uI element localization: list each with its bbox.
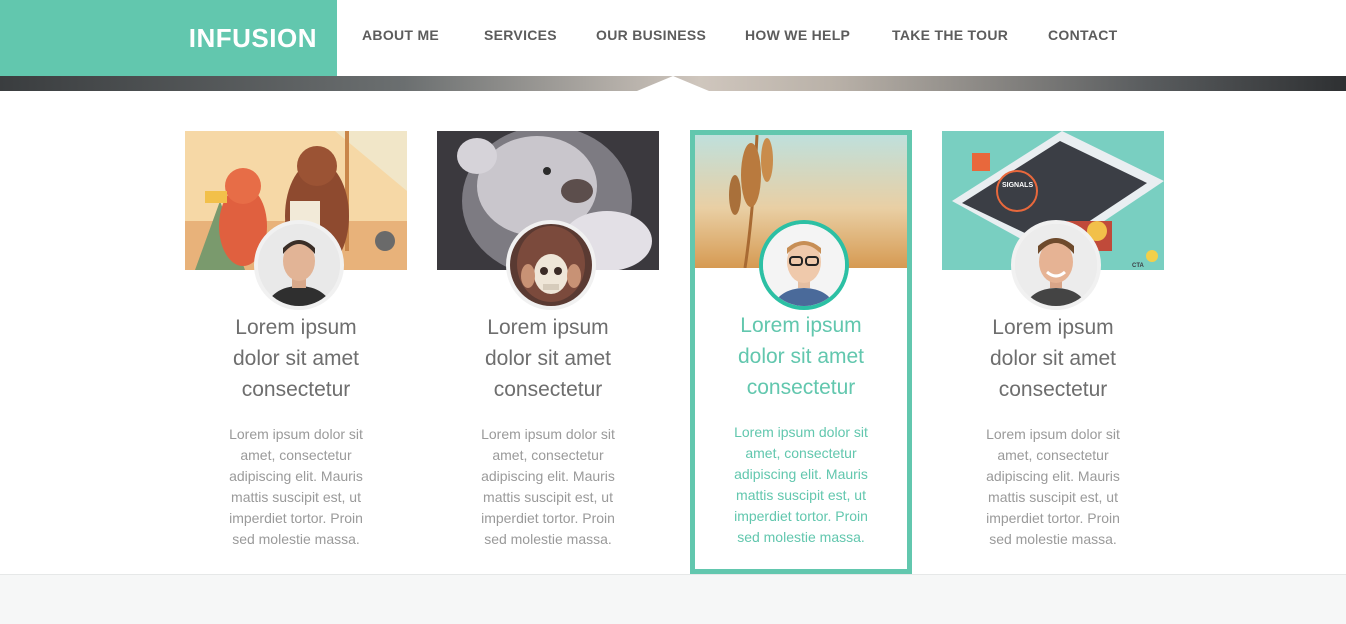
footer-band bbox=[0, 574, 1346, 624]
infographic-signals-label: SIGNALS bbox=[1002, 182, 1033, 189]
card-title: Lorem ipsum dolor sit amet consectetur bbox=[737, 314, 865, 399]
smiling-man-avatar bbox=[1011, 220, 1101, 310]
skull-mask-avatar bbox=[506, 220, 596, 310]
card-title: Lorem ipsum dolor sit amet consectetur bbox=[232, 316, 360, 401]
team-card[interactable]: SIGNALS CTA Lorem ipsum dolor sit amet c… bbox=[942, 131, 1164, 571]
nav-take-the-tour[interactable]: TAKE THE TOUR bbox=[892, 27, 1008, 43]
man-glasses-avatar bbox=[759, 220, 849, 310]
team-card[interactable]: Lorem ipsum dolor sit amet consectetur L… bbox=[437, 131, 659, 571]
card-description: Lorem ipsum dolor sit amet, consectetur … bbox=[229, 426, 363, 547]
man-portrait-avatar bbox=[254, 220, 344, 310]
card-title: Lorem ipsum dolor sit amet consectetur bbox=[989, 316, 1117, 401]
hero-notch bbox=[637, 76, 709, 91]
card-description: Lorem ipsum dolor sit amet, consectetur … bbox=[986, 426, 1120, 547]
nav-services[interactable]: SERVICES bbox=[484, 27, 557, 43]
infographic-cta-label: CTA bbox=[1132, 263, 1145, 269]
nav-contact[interactable]: CONTACT bbox=[1048, 27, 1118, 43]
card-description: Lorem ipsum dolor sit amet, consectetur … bbox=[481, 426, 615, 547]
team-card[interactable]: Lorem ipsum dolor sit amet consectetur L… bbox=[185, 131, 407, 571]
team-card-active[interactable]: Lorem ipsum dolor sit amet consectetur L… bbox=[690, 130, 912, 574]
card-description: Lorem ipsum dolor sit amet, consectetur … bbox=[734, 424, 868, 545]
nav-how-we-help[interactable]: HOW WE HELP bbox=[745, 27, 850, 43]
card-title: Lorem ipsum dolor sit amet consectetur bbox=[484, 316, 612, 401]
nav-about-me[interactable]: ABOUT ME bbox=[362, 27, 439, 43]
brand-logo[interactable]: INFUSION bbox=[0, 0, 337, 76]
nav-our-business[interactable]: OUR BUSINESS bbox=[596, 27, 706, 43]
